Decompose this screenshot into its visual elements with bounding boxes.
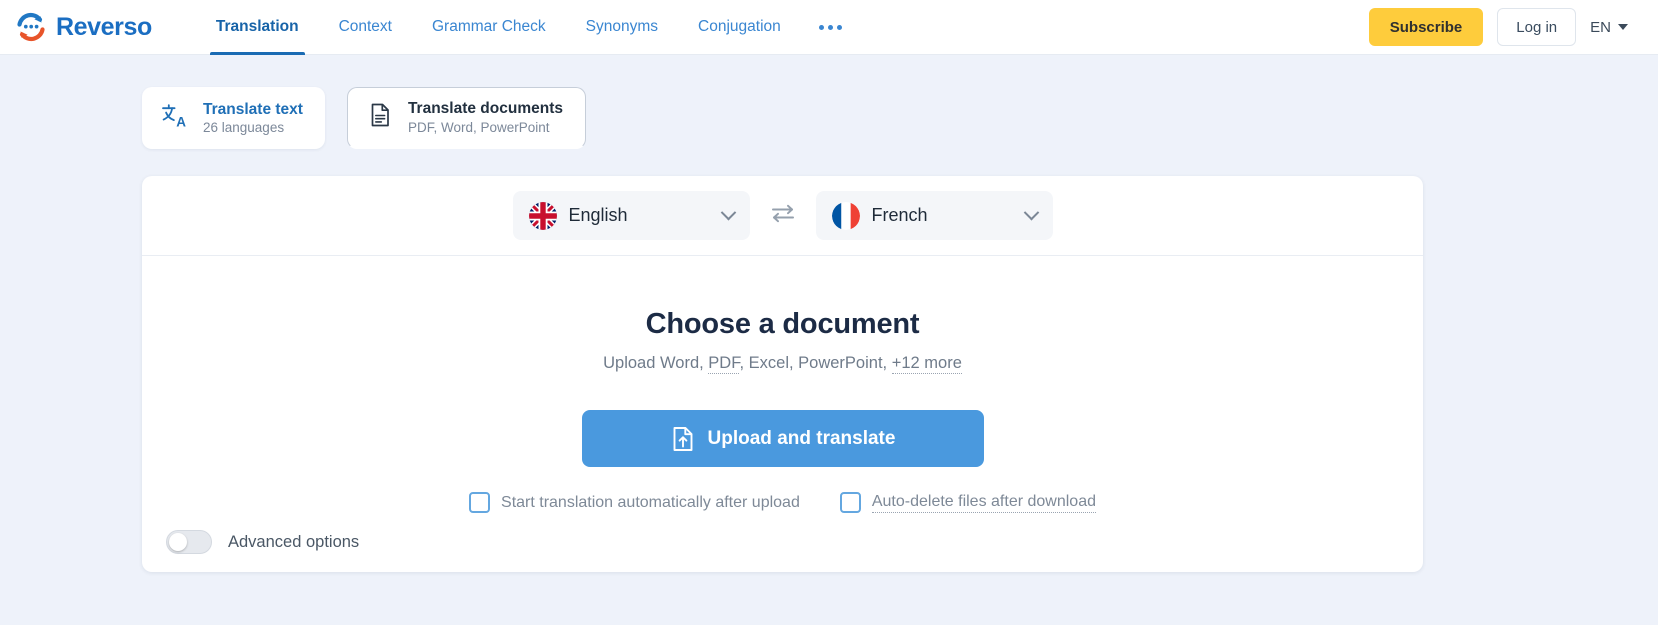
site-header: Reverso Translation Context Grammar Chec… <box>0 0 1658 55</box>
pdf-format-link[interactable]: PDF <box>708 354 739 374</box>
mode-tab-texts: Translate text 26 languages <box>203 101 303 136</box>
toggle-switch[interactable] <box>166 530 212 554</box>
document-upload-icon <box>670 425 696 453</box>
dot <box>828 25 833 30</box>
ellipsis-icon[interactable] <box>801 25 860 30</box>
checkbox-auto-delete-files[interactable]: Auto-delete files after download <box>840 492 1096 513</box>
checkbox-box[interactable] <box>469 492 490 513</box>
upload-options: Start translation automatically after up… <box>142 492 1423 513</box>
more-formats-link[interactable]: +12 more <box>892 354 962 374</box>
nav-label: Translation <box>216 18 299 36</box>
nav-item-grammar-check[interactable]: Grammar Check <box>412 0 566 55</box>
toggle-knob <box>169 533 187 551</box>
reverso-circular-arrows-icon <box>14 10 48 44</box>
mode-tab-translate-text[interactable]: A Translate text 26 languages <box>142 87 325 149</box>
checkbox-label: Auto-delete files after download <box>872 493 1096 513</box>
target-language-label: French <box>872 205 1014 226</box>
source-language-label: English <box>569 205 711 226</box>
mode-tab-texts: Translate documents PDF, Word, PowerPoin… <box>408 100 563 135</box>
nav-item-translation[interactable]: Translation <box>196 0 319 55</box>
formats-mid: , Excel, PowerPoint, <box>739 354 891 372</box>
dot <box>837 25 842 30</box>
caret-down-icon <box>1618 24 1628 30</box>
advanced-options-toggle[interactable]: Advanced options <box>166 530 359 554</box>
nav-label: Synonyms <box>586 18 658 36</box>
mode-tab-subtitle: 26 languages <box>203 120 303 136</box>
subscribe-button[interactable]: Subscribe <box>1369 8 1484 46</box>
dot <box>819 25 824 30</box>
formats-lead: Upload Word, <box>603 354 708 372</box>
document-icon <box>365 100 395 135</box>
brand-logo-link[interactable]: Reverso <box>14 10 152 44</box>
swap-arrows-icon <box>769 201 797 230</box>
mode-tab-title: Translate documents <box>408 100 563 118</box>
mode-tab-translate-documents[interactable]: Translate documents PDF, Word, PowerPoin… <box>347 87 586 149</box>
chevron-down-icon <box>720 205 736 221</box>
nav-label: Conjugation <box>698 18 781 36</box>
chevron-down-icon <box>1023 205 1039 221</box>
source-language-selector[interactable]: English <box>513 191 750 240</box>
advanced-options-label: Advanced options <box>228 533 359 552</box>
upload-and-translate-button[interactable]: Upload and translate <box>582 410 984 467</box>
login-button[interactable]: Log in <box>1497 8 1576 46</box>
france-flag-icon <box>832 202 860 230</box>
checkbox-label: Start translation automatically after up… <box>501 494 800 512</box>
swap-languages-button[interactable] <box>766 199 800 233</box>
nav-label: Grammar Check <box>432 18 546 36</box>
nav-item-conjugation[interactable]: Conjugation <box>678 0 801 55</box>
svg-text:A: A <box>176 114 186 129</box>
translate-text-icon: A <box>160 101 190 136</box>
nav-item-context[interactable]: Context <box>319 0 412 55</box>
supported-formats-text: Upload Word, PDF, Excel, PowerPoint, +12… <box>142 354 1423 373</box>
document-upload-area: Choose a document Upload Word, PDF, Exce… <box>142 256 1423 572</box>
uk-flag-icon <box>529 202 557 230</box>
page-title: Choose a document <box>142 308 1423 341</box>
header-actions: Subscribe Log in EN <box>1369 8 1630 46</box>
target-language-selector[interactable]: French <box>816 191 1053 240</box>
mode-tab-bar: A Translate text 26 languages Translate … <box>0 55 1658 149</box>
ui-language-label: EN <box>1590 19 1611 36</box>
nav-label: Context <box>339 18 392 36</box>
mode-tab-subtitle: PDF, Word, PowerPoint <box>408 120 563 136</box>
main-navigation: Translation Context Grammar Check Synony… <box>196 0 860 55</box>
brand-name: Reverso <box>56 13 152 42</box>
translation-panel: English <box>142 176 1423 572</box>
nav-item-synonyms[interactable]: Synonyms <box>566 0 678 55</box>
ui-language-selector[interactable]: EN <box>1590 19 1630 36</box>
checkbox-start-translation-automatically[interactable]: Start translation automatically after up… <box>469 492 800 513</box>
upload-button-label: Upload and translate <box>708 428 896 450</box>
checkbox-box[interactable] <box>840 492 861 513</box>
mode-tab-title: Translate text <box>203 101 303 119</box>
page-content: A Translate text 26 languages Translate … <box>0 55 1658 572</box>
language-bar: English <box>142 176 1423 256</box>
